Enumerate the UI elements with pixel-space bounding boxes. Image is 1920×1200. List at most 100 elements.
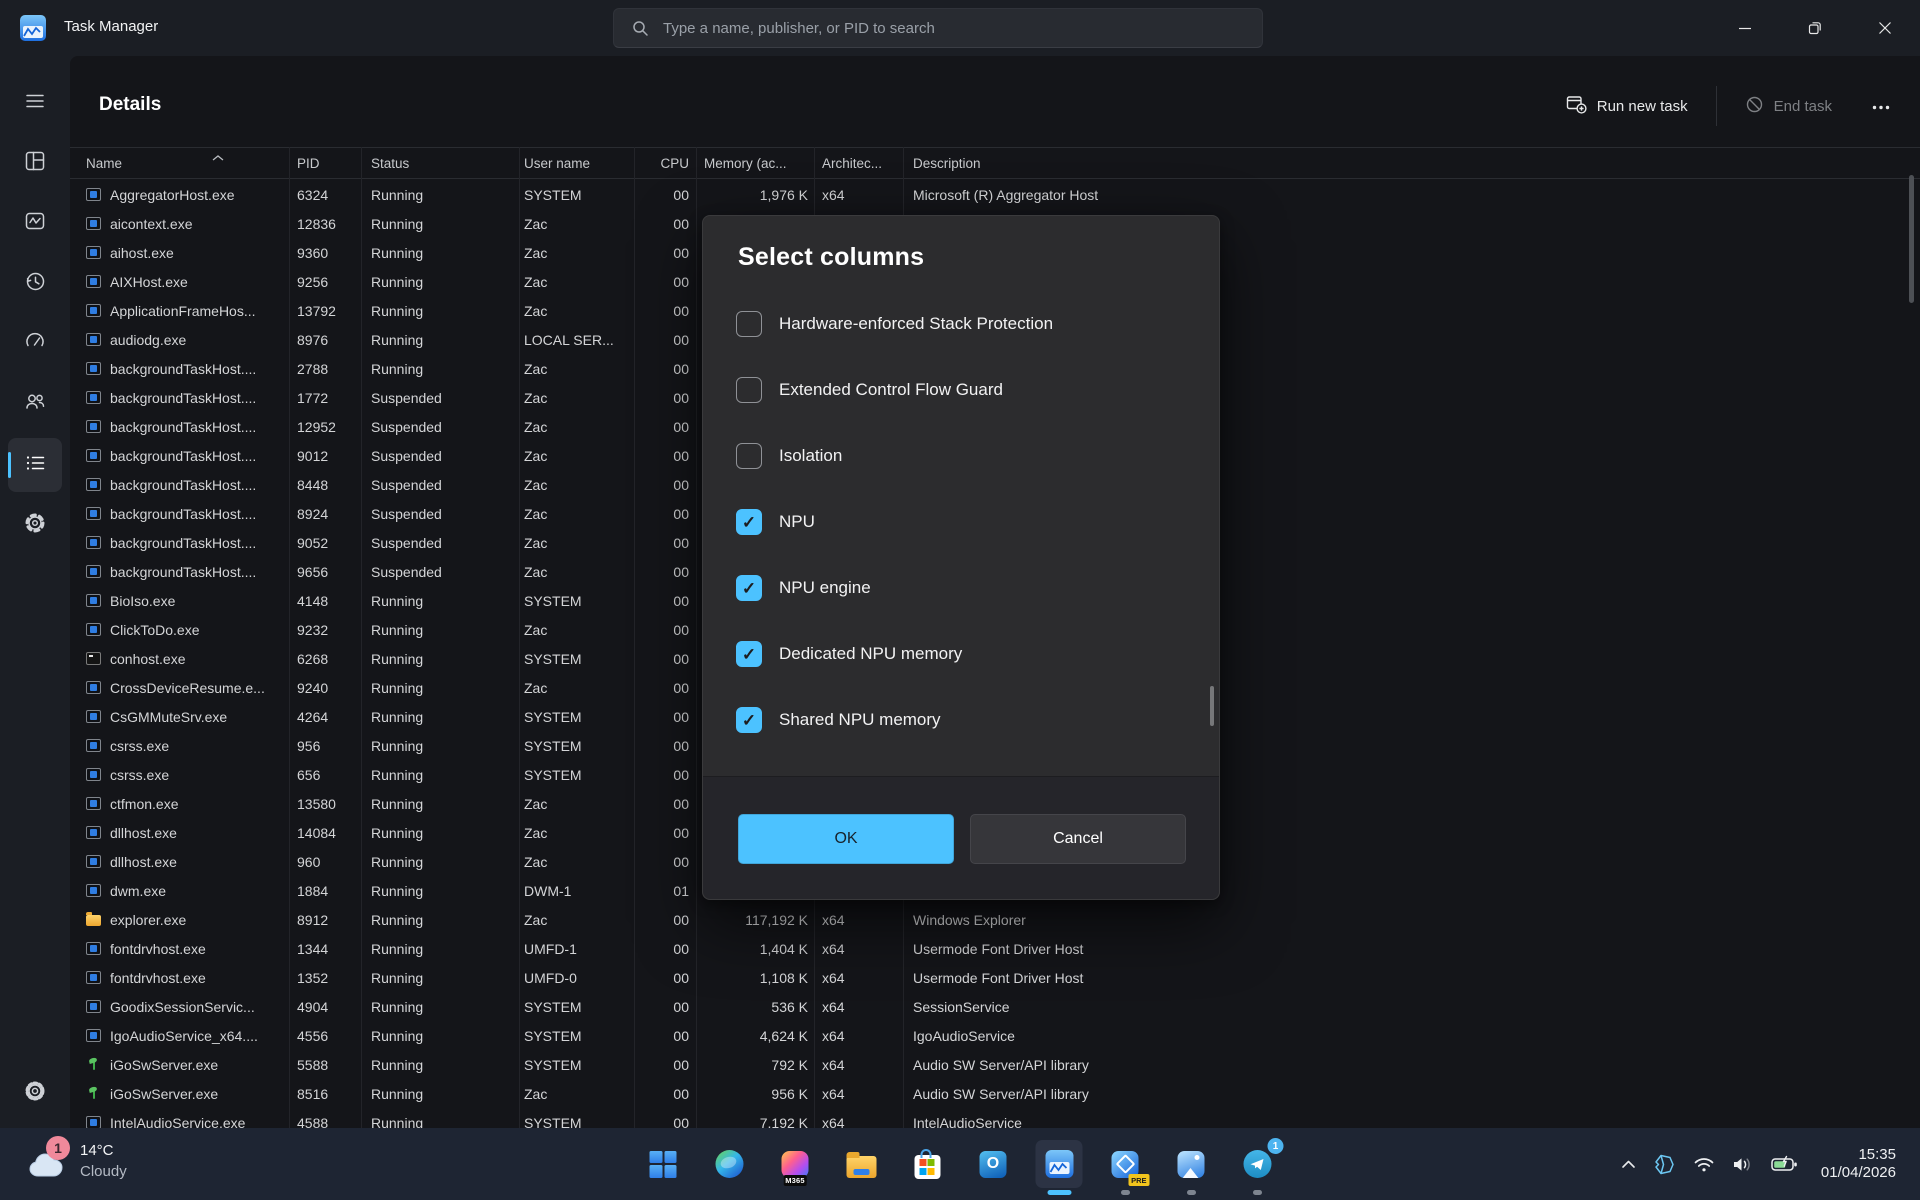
process-icon <box>86 942 101 955</box>
taskbar-item-photos[interactable] <box>1168 1140 1215 1188</box>
search-input[interactable]: Type a name, publisher, or PID to search <box>613 8 1263 48</box>
wifi-icon[interactable] <box>1693 1156 1715 1173</box>
column-header-description[interactable]: Description <box>903 156 1920 171</box>
performance-icon <box>23 209 47 238</box>
screen: Task Manager Type a name, publisher, or … <box>0 0 1920 1200</box>
taskbar-item-task-manager[interactable] <box>1036 1140 1083 1188</box>
table-row[interactable]: explorer.exe 8912 Running Zac 00 117,192… <box>70 905 1920 934</box>
process-name-cell: dllhost.exe <box>70 854 289 870</box>
sidebar-item-settings[interactable] <box>8 1071 62 1115</box>
close-button[interactable] <box>1850 0 1920 56</box>
table-row[interactable]: IntelAudioService.exe 4588 Running SYSTE… <box>70 1108 1920 1128</box>
checkbox[interactable] <box>736 509 762 535</box>
copilot-icon[interactable] <box>1653 1153 1676 1176</box>
end-task-button[interactable]: End task <box>1731 86 1846 127</box>
taskbar-item-outlook[interactable]: O <box>970 1140 1017 1188</box>
table-row[interactable]: iGoSwServer.exe 8516 Running Zac 00 956 … <box>70 1079 1920 1108</box>
checkbox[interactable] <box>736 575 762 601</box>
system-tray: 15:35 01/04/2026 <box>1621 1128 1906 1200</box>
taskbar-item-m365-copilot[interactable]: M365 <box>772 1140 819 1188</box>
sidebar-item-users[interactable] <box>8 381 62 425</box>
taskbar-item-file-explorer[interactable] <box>838 1140 885 1188</box>
checkbox-label: Extended Control Flow Guard <box>779 380 1003 400</box>
column-header-memory[interactable]: Memory (ac... <box>696 156 814 171</box>
battery-charging-icon[interactable] <box>1771 1155 1798 1174</box>
cancel-button[interactable]: Cancel <box>970 814 1186 864</box>
sidebar-item-processes[interactable] <box>8 141 62 185</box>
table-row[interactable]: AggregatorHost.exe 6324 Running SYSTEM 0… <box>70 180 1920 209</box>
process-name-cell: IgoAudioService_x64.... <box>70 1028 289 1044</box>
process-name-cell: backgroundTaskHost.... <box>70 390 289 406</box>
checkbox[interactable] <box>736 707 762 733</box>
clock[interactable]: 15:35 01/04/2026 <box>1821 1146 1906 1182</box>
start-button[interactable] <box>640 1140 687 1188</box>
column-header-cpu[interactable]: CPU <box>634 156 696 171</box>
description-cell: Usermode Font Driver Host <box>903 941 1920 957</box>
checkbox[interactable] <box>736 377 762 403</box>
microsoft-store-icon <box>914 1155 940 1179</box>
sidebar-item-services[interactable] <box>8 503 62 547</box>
process-icon <box>86 275 101 288</box>
pid-cell: 8912 <box>289 912 361 928</box>
checkbox[interactable] <box>736 641 762 667</box>
process-name-cell: fontdrvhost.exe <box>70 970 289 986</box>
taskbar-item-dev-preview[interactable]: PRE <box>1102 1140 1149 1188</box>
column-header-status[interactable]: Status <box>361 156 519 171</box>
sidebar-item-startup-apps[interactable] <box>8 321 62 365</box>
run-new-task-button[interactable]: Run new task <box>1552 86 1702 127</box>
table-row[interactable]: iGoSwServer.exe 5588 Running SYSTEM 00 7… <box>70 1050 1920 1079</box>
column-option[interactable]: Isolation <box>703 423 1219 489</box>
taskbar-item-microsoft-store[interactable] <box>904 1140 951 1188</box>
user-name-cell: LOCAL SER... <box>519 332 634 348</box>
checkbox[interactable] <box>736 311 762 337</box>
weather-widget[interactable]: 1 14°C Cloudy <box>26 1140 127 1186</box>
table-scrollbar-thumb[interactable] <box>1909 175 1914 303</box>
status-cell: Running <box>361 622 519 638</box>
column-option[interactable]: Dedicated NPU memory <box>703 621 1219 687</box>
column-option[interactable]: Shared NPU memory <box>703 687 1219 753</box>
table-row[interactable]: IgoAudioService_x64.... 4556 Running SYS… <box>70 1021 1920 1050</box>
pid-cell: 2788 <box>289 361 361 377</box>
column-header-pid[interactable]: PID <box>289 156 361 171</box>
taskbar-item-telegram[interactable]: 1 <box>1234 1140 1281 1188</box>
dialog-scrollbar-thumb[interactable] <box>1210 686 1214 726</box>
maximize-restore-button[interactable] <box>1780 0 1850 56</box>
column-option[interactable]: Hardware-enforced Stack Protection <box>703 291 1219 357</box>
column-header-architecture[interactable]: Architec... <box>814 156 903 171</box>
tray-chevron-up-icon[interactable] <box>1621 1159 1636 1169</box>
m365-badge: M365 <box>783 1175 807 1186</box>
user-name-cell: UMFD-1 <box>519 941 634 957</box>
volume-icon[interactable] <box>1732 1156 1754 1173</box>
sidebar-item-app-history[interactable] <box>8 261 62 305</box>
table-row[interactable]: fontdrvhost.exe 1352 Running UMFD-0 00 1… <box>70 963 1920 992</box>
running-app-indicator <box>1187 1190 1196 1195</box>
table-row[interactable]: GoodixSessionServic... 4904 Running SYST… <box>70 992 1920 1021</box>
more-options-button[interactable] <box>1860 88 1902 124</box>
sidebar-menu-button[interactable] <box>8 81 62 125</box>
process-name-cell: AIXHost.exe <box>70 274 289 290</box>
cpu-cell: 00 <box>634 593 696 609</box>
process-icon <box>86 565 101 578</box>
taskbar-item-edge[interactable] <box>706 1140 753 1188</box>
cpu-cell: 00 <box>634 303 696 319</box>
column-option[interactable]: NPU <box>703 489 1219 555</box>
sidebar-item-details[interactable] <box>8 438 62 492</box>
page-title: Details <box>99 94 161 116</box>
column-option[interactable]: Extended Control Flow Guard <box>703 357 1219 423</box>
column-option[interactable]: NPU engine <box>703 555 1219 621</box>
process-name-cell: BioIso.exe <box>70 593 289 609</box>
column-header-user-name[interactable]: User name <box>519 156 634 171</box>
cpu-cell: 00 <box>634 390 696 406</box>
sidebar-item-performance[interactable] <box>8 201 62 245</box>
user-name-cell: Zac <box>519 854 634 870</box>
user-name-cell: Zac <box>519 361 634 377</box>
process-icon <box>86 1029 101 1042</box>
run-new-task-icon <box>1566 95 1587 118</box>
table-row[interactable]: fontdrvhost.exe 1344 Running UMFD-1 00 1… <box>70 934 1920 963</box>
pid-cell: 1772 <box>289 390 361 406</box>
column-header-name[interactable]: Name <box>70 156 289 171</box>
cpu-cell: 00 <box>634 825 696 841</box>
ok-button[interactable]: OK <box>738 814 954 864</box>
checkbox[interactable] <box>736 443 762 469</box>
minimize-button[interactable] <box>1710 0 1780 56</box>
